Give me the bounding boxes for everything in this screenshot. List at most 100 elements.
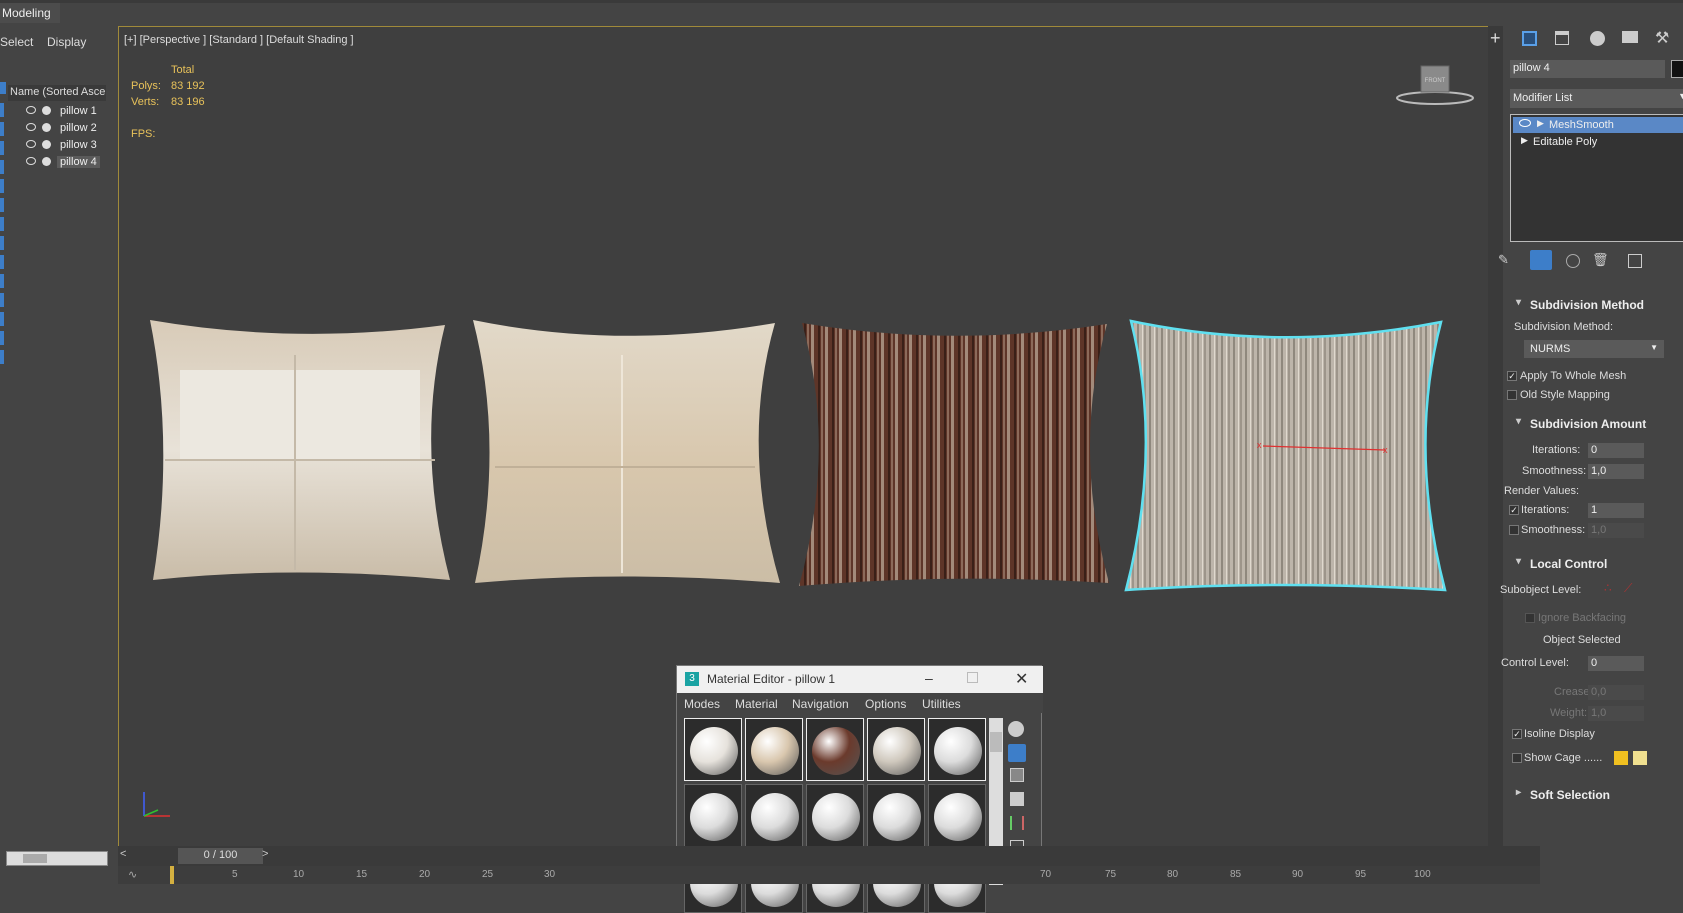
render-dot-icon[interactable] (42, 106, 51, 115)
menu-display[interactable]: Display (47, 35, 86, 49)
render-dot-icon[interactable] (42, 157, 51, 166)
cage-color-swatch-1[interactable] (1614, 751, 1628, 765)
scene-item-pillow-3[interactable]: pillow 3 (24, 137, 109, 153)
scene-item-pillow-2[interactable]: pillow 2 (24, 120, 109, 136)
scene-item-pillow-4[interactable]: pillow 4 (24, 154, 109, 170)
explorer-toolbar-button[interactable] (0, 274, 4, 288)
explorer-toolbar-button[interactable] (0, 255, 4, 269)
video-color-check-icon[interactable] (1010, 816, 1024, 830)
viewcube-icon[interactable]: FRONT (1395, 62, 1475, 108)
object-name-field[interactable]: pillow 4 (1510, 60, 1665, 78)
create-tab-plus-icon[interactable]: + (1490, 28, 1501, 49)
visibility-eye-icon[interactable] (26, 123, 36, 131)
render-iterations-spinner[interactable]: 1 (1588, 503, 1644, 518)
material-slot[interactable] (867, 784, 925, 847)
time-prev-arrow-icon[interactable]: < (120, 848, 126, 860)
stack-item-editable-poly[interactable]: ▶ Editable Poly (1513, 134, 1683, 150)
render-smoothness-checkbox[interactable] (1509, 525, 1519, 535)
maximize-icon[interactable] (967, 672, 978, 683)
explorer-toolbar-button[interactable] (0, 122, 4, 136)
iterations-spinner[interactable]: 0 (1588, 443, 1644, 458)
minimize-icon[interactable]: – (925, 670, 933, 686)
material-slot[interactable] (867, 718, 925, 781)
menu-material[interactable]: Material (735, 697, 778, 711)
ribbon-tab-modeling[interactable]: Modeling (0, 3, 60, 23)
stack-item-meshsmooth[interactable]: ▶ MeshSmooth (1513, 117, 1683, 133)
show-end-result-icon[interactable] (1530, 250, 1552, 270)
explorer-toolbar-button[interactable] (0, 293, 4, 307)
time-slider-handle[interactable]: 0 / 100 (178, 848, 263, 864)
material-slot[interactable] (806, 784, 864, 847)
render-dot-icon[interactable] (42, 140, 51, 149)
scrollbar-thumb[interactable] (23, 854, 47, 863)
track-bar[interactable] (118, 866, 1540, 884)
curve-editor-icon[interactable]: ∿ (128, 868, 137, 881)
render-iterations-checkbox[interactable]: ✓ (1509, 505, 1519, 515)
backlight-icon[interactable] (1008, 744, 1026, 762)
visibility-eye-icon[interactable] (26, 140, 36, 148)
menu-modes[interactable]: Modes (684, 697, 720, 711)
modifier-list-dropdown[interactable]: Modifier List ▼ (1510, 89, 1683, 108)
rollout-soft-selection[interactable]: Soft Selection (1510, 784, 1680, 804)
crease-spinner[interactable]: 0,0 (1588, 685, 1644, 700)
pin-stack-icon[interactable]: ✎ (1498, 252, 1509, 268)
smoothness-spinner[interactable]: 1,0 (1588, 464, 1644, 479)
material-slot[interactable] (806, 718, 864, 781)
configure-modifier-sets-icon[interactable] (1628, 254, 1642, 268)
time-slider-track[interactable] (118, 846, 1540, 866)
explorer-toolbar-button[interactable] (0, 198, 4, 212)
cage-color-swatch-2[interactable] (1633, 751, 1647, 765)
sample-type-sphere-icon[interactable] (1008, 721, 1024, 737)
control-level-spinner[interactable]: 0 (1588, 656, 1644, 671)
scrollbar-thumb[interactable] (990, 732, 1002, 752)
utilities-wrench-icon[interactable]: ⚒ (1655, 28, 1669, 48)
rollout-local-control[interactable]: Local Control (1510, 553, 1680, 573)
show-cage-checkbox[interactable] (1512, 753, 1522, 763)
render-dot-icon[interactable] (42, 123, 51, 132)
old-style-mapping-checkbox[interactable] (1507, 390, 1517, 400)
edge-subobject-icon[interactable]: ⟋ (1624, 581, 1632, 596)
explorer-toolbar-button[interactable] (0, 141, 4, 155)
modifier-visibility-eye-icon[interactable] (1519, 119, 1531, 127)
rollout-subdivision-amount[interactable]: Subdivision Amount (1510, 413, 1680, 433)
menu-navigation[interactable]: Navigation (792, 697, 849, 711)
modify-tab-icon[interactable] (1522, 31, 1537, 46)
material-slot[interactable] (684, 784, 742, 847)
explorer-toolbar-button[interactable] (0, 312, 4, 326)
ignore-backfacing-checkbox[interactable] (1525, 613, 1535, 623)
menu-select[interactable]: Select (0, 35, 33, 49)
rollout-subdivision-method[interactable]: Subdivision Method (1510, 294, 1680, 314)
pillow-3-mesh[interactable] (797, 318, 1112, 593)
weight-spinner[interactable]: 1,0 (1588, 706, 1644, 721)
make-unique-icon[interactable] (1566, 254, 1580, 268)
material-slot[interactable] (928, 718, 986, 781)
visibility-eye-icon[interactable] (26, 106, 36, 114)
object-color-swatch[interactable] (1671, 60, 1683, 78)
explorer-toolbar-button[interactable] (0, 179, 4, 193)
expand-arrow-icon[interactable]: ▶ (1537, 118, 1544, 129)
sample-uv-tiling-icon[interactable] (1010, 792, 1024, 806)
background-checker-icon[interactable] (1010, 768, 1024, 782)
menu-utilities[interactable]: Utilities (922, 697, 961, 711)
isoline-display-checkbox[interactable]: ✓ (1512, 729, 1522, 739)
material-editor-titlebar[interactable]: 3 Material Editor - pillow 1 – ✕ (677, 666, 1043, 693)
close-icon[interactable]: ✕ (1015, 669, 1028, 689)
expand-arrow-icon[interactable]: ▶ (1521, 135, 1528, 146)
material-slot[interactable] (745, 718, 803, 781)
vertex-subobject-icon[interactable]: ∴ (1604, 581, 1612, 595)
viewport-label-menu[interactable]: [+] [Perspective ] [Standard ] [Default … (124, 34, 354, 46)
time-next-arrow-icon[interactable]: > (262, 848, 268, 860)
scene-item-pillow-1[interactable]: pillow 1 (24, 103, 109, 119)
explorer-toolbar-button[interactable] (0, 331, 4, 345)
explorer-horizontal-scrollbar[interactable] (6, 851, 108, 866)
apply-whole-mesh-checkbox[interactable]: ✓ (1507, 371, 1517, 381)
visibility-eye-icon[interactable] (26, 157, 36, 165)
explorer-toolbar-button[interactable] (0, 217, 4, 231)
render-smoothness-spinner[interactable]: 1,0 (1588, 523, 1644, 538)
material-slot[interactable] (684, 718, 742, 781)
pillow-1-mesh[interactable] (145, 315, 455, 590)
material-slot[interactable] (745, 784, 803, 847)
subdivision-method-dropdown[interactable]: NURMS ▼ (1524, 340, 1664, 358)
column-header-name[interactable]: Name (Sorted Ascen (8, 85, 106, 101)
pillow-4-mesh-selected[interactable]: x x (1123, 318, 1449, 596)
